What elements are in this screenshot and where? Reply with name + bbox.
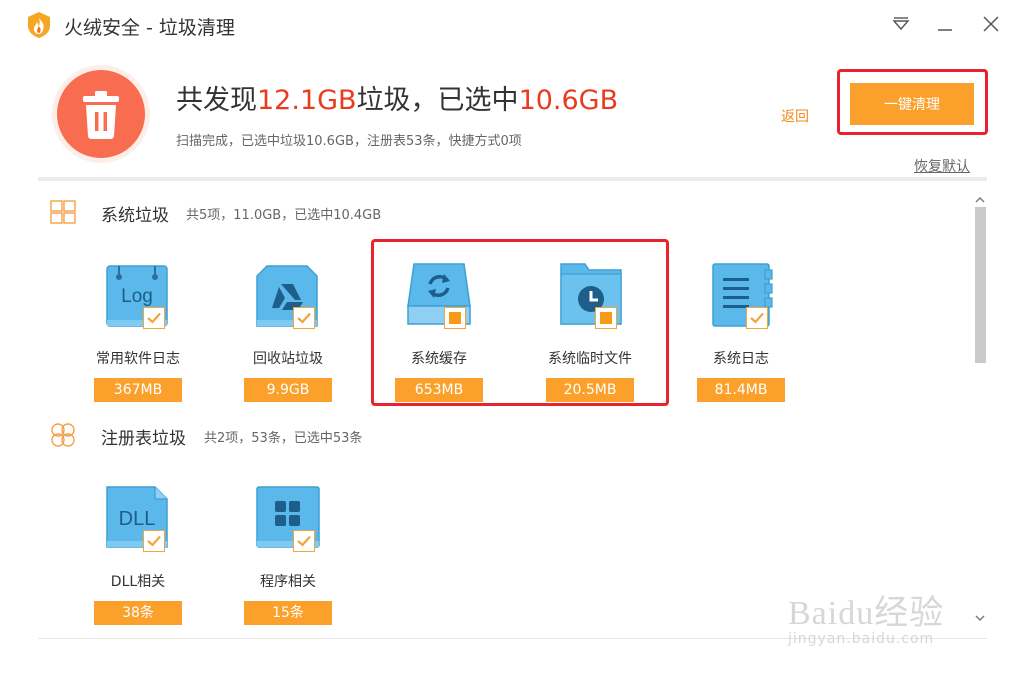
back-link[interactable]: 返回 <box>781 106 809 126</box>
scan-subline: 扫描完成，已选中垃圾10.6GB，注册表53条，快捷方式0项 <box>176 134 522 149</box>
system-cache-icon <box>407 263 471 325</box>
item-size: 38条 <box>94 601 182 625</box>
item-size: 15条 <box>244 601 332 625</box>
headline-mid: 垃圾，已选中 <box>356 85 519 116</box>
title-bar: 火绒安全 - 垃圾清理 <box>0 0 1025 50</box>
huorong-logo-icon <box>28 12 50 38</box>
windows-icon <box>50 200 76 224</box>
divider <box>38 638 987 639</box>
one-click-clean-button[interactable]: 一键清理 <box>850 83 974 125</box>
section-title-system: 系统垃圾 <box>101 206 169 226</box>
svg-text:Log: Log <box>121 286 153 307</box>
divider <box>38 177 987 181</box>
item-label: 系统缓存 <box>411 351 467 367</box>
selected-size: 10.6GB <box>518 85 619 116</box>
checkbox[interactable] <box>293 307 315 329</box>
item-size: 653MB <box>395 378 483 402</box>
checkbox[interactable] <box>143 530 165 552</box>
item-label: DLL相关 <box>110 574 166 590</box>
restore-default-link[interactable]: 恢复默认 <box>914 156 970 176</box>
item-recycle-bin[interactable]: 回收站垃圾 9.9GB <box>233 262 343 402</box>
recycle-bin-icon <box>256 265 318 327</box>
watermark-main: Baidu经验 <box>788 595 945 632</box>
minimize-icon[interactable] <box>933 12 957 36</box>
headline-prefix: 共发现 <box>176 85 257 116</box>
checkbox[interactable] <box>746 307 768 329</box>
scan-headline: 共发现12.1GB垃圾，已选中10.6GB <box>176 78 618 117</box>
svg-text:DLL: DLL <box>119 508 156 530</box>
registry-icon <box>51 423 75 447</box>
item-program[interactable]: 程序相关 15条 <box>233 485 343 625</box>
item-label: 系统日志 <box>713 351 769 367</box>
watermark-sub: jingyan.baidu.com <box>788 631 935 647</box>
window-title: 火绒安全 - 垃圾清理 <box>64 17 235 39</box>
log-file-icon: Log <box>106 265 168 327</box>
close-icon[interactable] <box>979 12 1003 36</box>
checkbox-partial[interactable] <box>595 307 617 329</box>
checkbox-partial[interactable] <box>444 307 466 329</box>
dropdown-menu-icon[interactable] <box>889 12 913 36</box>
temp-folder-icon <box>560 263 622 325</box>
check-icon <box>297 535 311 547</box>
section-summary-registry: 共2项，53条，已选中53条 <box>204 431 363 446</box>
check-icon <box>297 312 311 324</box>
check-icon <box>750 312 764 324</box>
item-label: 回收站垃圾 <box>253 351 323 367</box>
section-title-registry: 注册表垃圾 <box>101 429 186 449</box>
item-size: 367MB <box>94 378 182 402</box>
item-size: 20.5MB <box>546 378 634 402</box>
item-dll[interactable]: DLL DLL相关 38条 <box>83 485 193 625</box>
baidu-watermark: Baidu经验 jingyan.baidu.com <box>788 585 968 655</box>
item-label: 程序相关 <box>260 574 316 590</box>
section-summary-system: 共5项，11.0GB，已选中10.4GB <box>186 208 382 223</box>
item-size: 9.9GB <box>244 378 332 402</box>
found-size: 12.1GB <box>257 85 357 116</box>
trash-badge <box>52 65 150 163</box>
item-label: 常用软件日志 <box>96 351 180 367</box>
system-log-icon <box>712 263 773 327</box>
item-label: 系统临时文件 <box>548 351 632 367</box>
scroll-up-icon[interactable] <box>973 193 987 207</box>
scrollbar-thumb[interactable] <box>975 207 986 363</box>
item-software-logs[interactable]: Log 常用软件日志 367MB <box>83 262 193 402</box>
scroll-down-icon[interactable] <box>973 611 987 625</box>
program-blocks-icon <box>256 486 320 548</box>
checkbox[interactable] <box>293 530 315 552</box>
item-system-cache[interactable]: 系统缓存 653MB <box>384 262 494 402</box>
checkbox[interactable] <box>143 307 165 329</box>
item-system-logs[interactable]: 系统日志 81.4MB <box>686 262 796 402</box>
dll-file-icon: DLL <box>106 486 168 548</box>
trash-can-icon <box>83 91 119 139</box>
check-icon <box>147 535 161 547</box>
item-temp-files[interactable]: 系统临时文件 20.5MB <box>535 262 645 402</box>
item-size: 81.4MB <box>697 378 785 402</box>
check-icon <box>147 312 161 324</box>
